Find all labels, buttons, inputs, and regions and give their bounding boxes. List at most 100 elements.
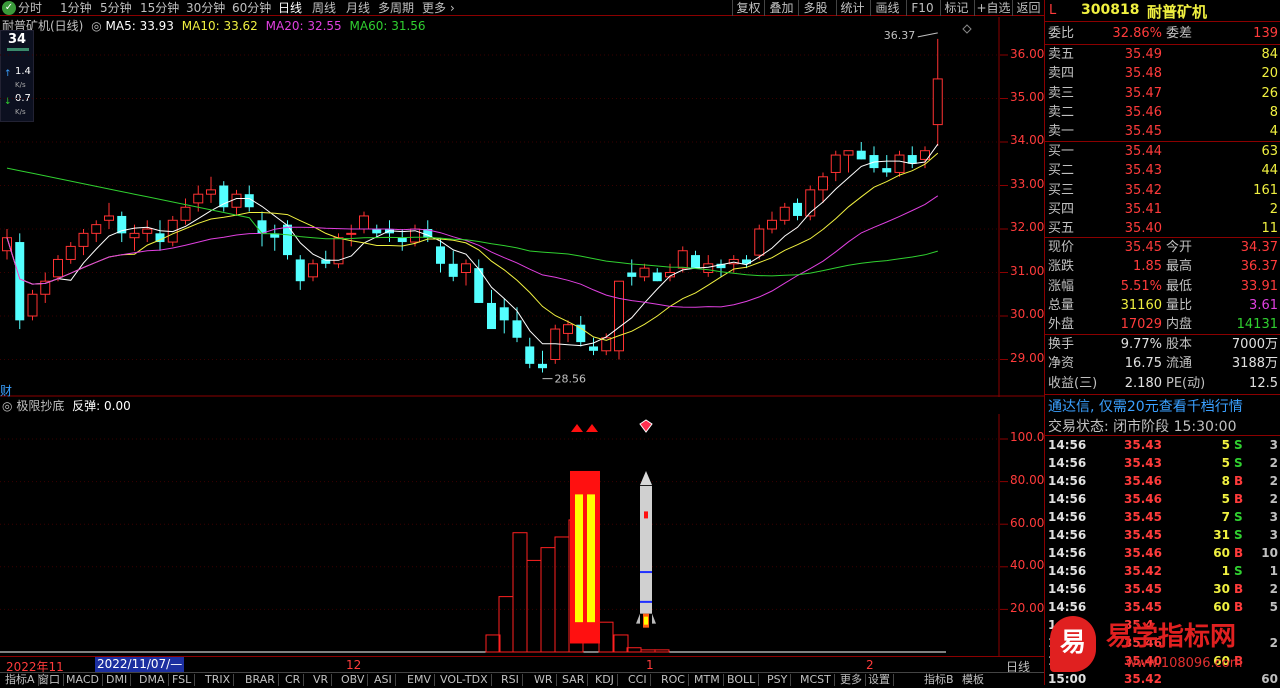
indicator-tab[interactable]: KDJ (592, 674, 618, 686)
toolbar-f10-button[interactable]: F10 (906, 0, 938, 16)
period-tab-15min[interactable]: 15分钟 (140, 0, 179, 16)
indicator-tab[interactable]: MACD (63, 674, 103, 686)
indicator-bar (540, 547, 556, 653)
indicator-tab-strip: 指标A 窗口 MACD DMI DMA FSL TRIX BRAR CR VR OBV ASI EMV V… (0, 672, 1044, 686)
indicator-tab[interactable]: BOLL (724, 674, 760, 686)
candlestick-chart[interactable]: 36.37 28.56 (0, 17, 1044, 397)
candle-body-up (843, 150, 854, 156)
trade-row: 14:56 35.46 60 B 10 (1048, 544, 1280, 562)
trade-price: 35.45 (1124, 582, 1162, 596)
indicator-tab[interactable]: MCST (797, 674, 835, 686)
indicator-tab[interactable]: FSL (169, 674, 196, 686)
candle-body-down (436, 246, 445, 264)
indicator-value: 反弹: 0.00 (72, 399, 131, 413)
indicator-tab[interactable]: PSY (764, 674, 792, 686)
stat-row: 现价 35.45 今开 34.37 (1048, 238, 1280, 257)
check-shield-icon: ✓ (2, 1, 16, 15)
order-level-label: 买五 (1048, 221, 1075, 237)
order-book-row: 卖五 35.49 84 (1048, 45, 1280, 64)
indicator-tab[interactable]: DMA (136, 674, 169, 686)
indicator-tab[interactable]: ASI (371, 674, 396, 686)
trade-time: 14:56 (1048, 564, 1087, 578)
indicator-chart[interactable] (0, 414, 1044, 656)
indicator-settings-icon[interactable]: ◎ (2, 399, 12, 413)
period-tab-multi[interactable]: 多周期 (378, 0, 414, 16)
period-tab-5min[interactable]: 5分钟 (100, 0, 132, 16)
diamond-marker-icon (962, 24, 972, 34)
toolbar-duogu-button[interactable]: 多股 (798, 0, 832, 16)
price-tick-label: 36.00 (1010, 47, 1045, 61)
trade-price: 35.46 (1124, 546, 1162, 560)
watermark-logo: 易 (1050, 616, 1096, 672)
indicator-tab[interactable]: CR (282, 674, 305, 686)
order-volume: 2 (1269, 201, 1278, 217)
indicator-tab[interactable]: BRAR (242, 674, 279, 686)
indicator-tab[interactable]: RSI (498, 674, 523, 686)
indicator-tab[interactable]: OBV (338, 674, 369, 686)
price-tick-label: 34.00 (1010, 133, 1045, 147)
toolbar-fuquan-button[interactable]: 复权 (732, 0, 764, 16)
candle-body-up (830, 154, 841, 173)
toolbar-zixuan-button[interactable]: +自选 (974, 0, 1012, 16)
period-tab-60min[interactable]: 60分钟 (232, 0, 271, 16)
period-tab-weekly[interactable]: 周线 (312, 0, 336, 16)
trade-count: 1 (1269, 564, 1278, 578)
indicator-tab[interactable]: DMI (103, 674, 132, 686)
template-tab[interactable]: 模板 (962, 674, 984, 686)
price-tick-label: 31.00 (1010, 264, 1045, 278)
indicator-bar (640, 649, 656, 653)
order-volume: 4 (1269, 124, 1278, 140)
weibi-value: 32.86% (1112, 26, 1162, 41)
date-month-1: 1 (646, 658, 654, 672)
period-tab-fenshi[interactable]: 分时 (18, 0, 42, 16)
trade-price: 35.45 (1124, 528, 1162, 542)
market-flag: L (1049, 3, 1057, 18)
indicator-tab[interactable]: 窗口 (35, 674, 64, 686)
toolbar-huaxian-button[interactable]: 画线 (870, 0, 904, 16)
stat-label: 股本 (1166, 337, 1193, 352)
toolbar-return-button[interactable]: 返回 (1012, 0, 1044, 16)
indicator-bar (626, 647, 642, 653)
period-tab-monthly[interactable]: 月线 (346, 0, 370, 16)
indicator-tab[interactable]: VOL-TDX (437, 674, 492, 686)
indicator-tab[interactable]: 更多 (837, 674, 866, 686)
trade-count: 2 (1269, 474, 1278, 488)
candle-body-down (538, 363, 547, 369)
promo-banner[interactable]: 通达信, 仅需20元查看千档行情 (1048, 396, 1243, 416)
indicator-tab[interactable]: 设置 (865, 674, 894, 686)
order-book-row: 买五 35.40 11 (1048, 219, 1280, 238)
indicator-bar (512, 532, 528, 653)
cai-finance-icon[interactable]: 财 (0, 382, 12, 399)
period-tab-30min[interactable]: 30分钟 (186, 0, 225, 16)
indicator-tab[interactable]: CCI (625, 674, 651, 686)
indicator-tab-b[interactable]: 指标B (924, 674, 954, 686)
toolbar-diejia-button[interactable]: 叠加 (764, 0, 798, 16)
indicator-tab[interactable]: 指标A (2, 674, 39, 686)
order-book-row: 卖四 35.48 20 (1048, 64, 1280, 83)
more-arrow-icon[interactable]: › (450, 0, 455, 16)
indicator-tab[interactable]: SAR (559, 674, 589, 686)
toolbar-tongji-button[interactable]: 统计 (836, 0, 868, 16)
rocket-fin (636, 613, 640, 624)
trade-row: 14:56 35.46 5 B 2 (1048, 490, 1280, 508)
rocket-nose (640, 470, 652, 485)
stat-value: 3.61 (1249, 297, 1278, 313)
trade-volume: 7 (1221, 510, 1230, 524)
indicator-tab[interactable]: EMV (404, 674, 435, 686)
candle-body-down (793, 202, 802, 216)
indicator-bar (598, 621, 614, 653)
trade-price: 35.46 (1124, 492, 1162, 506)
toolbar-biaoji-button[interactable]: 标记 (940, 0, 972, 16)
indicator-bar (654, 649, 670, 653)
indicator-tab[interactable]: ROC (658, 674, 689, 686)
indicator-bar (613, 634, 629, 653)
indicator-tab[interactable]: TRIX (202, 674, 235, 686)
indicator-tab[interactable]: MTM (691, 674, 724, 686)
period-tab-more[interactable]: 更多 (422, 0, 446, 16)
indicator-tab[interactable]: VR (310, 674, 333, 686)
period-tab-daily[interactable]: 日线 (278, 0, 302, 16)
candle-body-up (193, 193, 204, 204)
order-level-label: 卖一 (1048, 124, 1075, 140)
period-tab-1min[interactable]: 1分钟 (60, 0, 92, 16)
indicator-tab[interactable]: WR (531, 674, 557, 686)
